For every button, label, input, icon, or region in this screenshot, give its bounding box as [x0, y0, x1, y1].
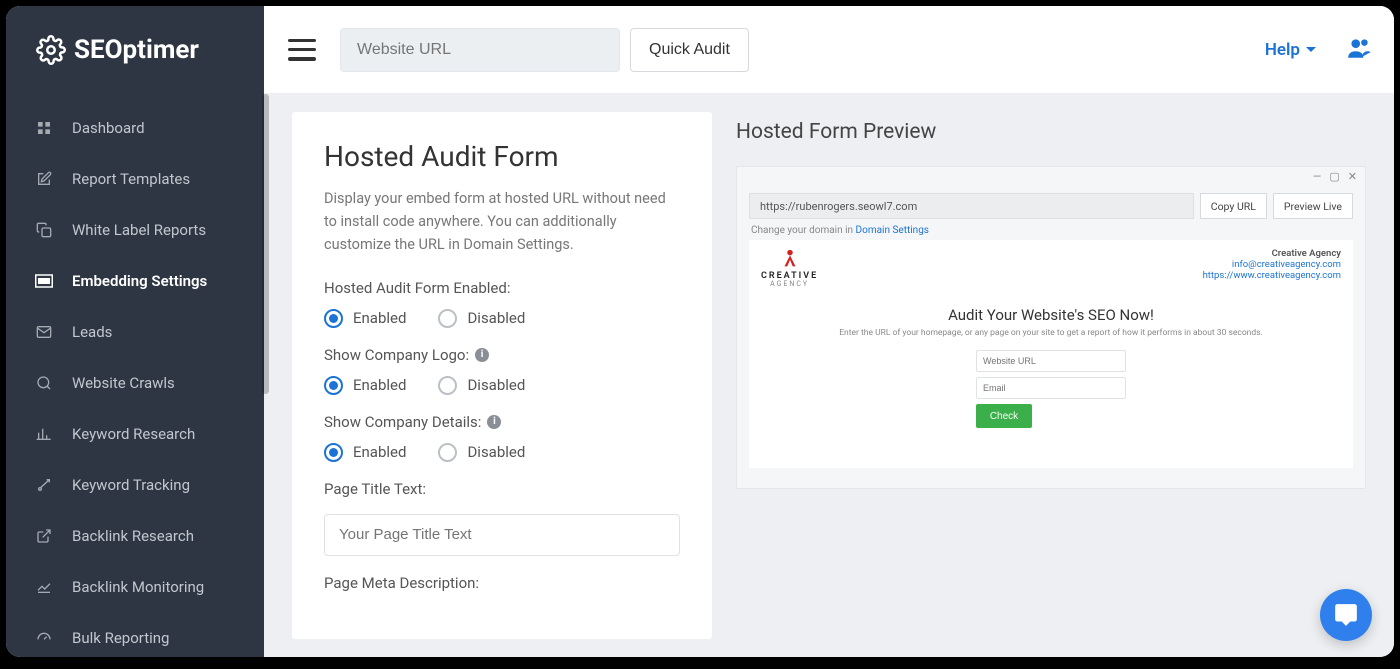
quick-audit-button[interactable]: Quick Audit: [630, 28, 749, 72]
agency-logo: CREATIVE AGENCY: [761, 248, 818, 288]
mail-icon: [34, 322, 54, 342]
sidebar-item-dashboard[interactable]: Dashboard: [6, 102, 264, 153]
sidebar-item-label: Leads: [72, 323, 112, 341]
sidebar-item-label: Backlink Research: [72, 527, 194, 545]
bar-chart-icon: [34, 424, 54, 444]
gear-icon: [36, 35, 66, 65]
help-label: Help: [1265, 40, 1300, 60]
layout-icon: [34, 271, 54, 291]
details-radio-on[interactable]: Enabled: [324, 443, 406, 462]
logo-area: SEOptimer: [6, 6, 264, 94]
form-card: Hosted Audit Form Display your embed for…: [292, 112, 712, 639]
enabled-label: Hosted Audit Form Enabled:: [324, 279, 680, 297]
details-label: Show Company Details:i: [324, 413, 680, 431]
sidebar-item-backlink-research[interactable]: Backlink Research: [6, 510, 264, 561]
sidebar-item-label: Dashboard: [72, 119, 145, 137]
page-title: Hosted Audit Form: [324, 140, 680, 173]
sidebar-item-report-templates[interactable]: Report Templates: [6, 153, 264, 204]
sidebar-item-label: Keyword Tracking: [72, 476, 190, 494]
domain-settings-link[interactable]: Domain Settings: [856, 225, 929, 236]
embed-title: Audit Your Website's SEO Now!: [761, 306, 1341, 324]
sidebar-item-label: Backlink Monitoring: [72, 578, 204, 596]
agency-info: Creative Agency info@creativeagency.com …: [1203, 248, 1341, 281]
account-icon[interactable]: [1344, 35, 1374, 65]
search-icon: [34, 373, 54, 393]
agency-email-link[interactable]: info@creativeagency.com: [1203, 259, 1341, 270]
embed-url-input[interactable]: [976, 350, 1126, 372]
info-icon[interactable]: i: [475, 348, 489, 362]
sidebar-item-bulk-reporting[interactable]: Bulk Reporting: [6, 612, 264, 657]
content: Hosted Audit Form Display your embed for…: [264, 94, 1394, 657]
sidebar: SEOptimer Dashboard Report Templates Whi…: [6, 6, 264, 657]
sidebar-item-label: Embedding Settings: [72, 272, 207, 290]
copy-url-button[interactable]: Copy URL: [1200, 193, 1267, 219]
external-link-icon: [34, 526, 54, 546]
page-title-input[interactable]: [324, 514, 680, 556]
page-title-text-label: Page Title Text:: [324, 480, 680, 498]
page-description: Display your embed form at hosted URL wi…: [324, 187, 680, 257]
preview-live-button[interactable]: Preview Live: [1273, 193, 1353, 219]
sidebar-item-label: Report Templates: [72, 170, 190, 188]
topbar: Quick Audit Help: [264, 6, 1394, 94]
sidebar-item-embedding[interactable]: Embedding Settings: [6, 255, 264, 306]
enabled-radio-off[interactable]: Disabled: [438, 309, 525, 328]
domain-hint: Change your domain in Domain Settings: [749, 225, 1353, 236]
info-icon[interactable]: i: [487, 415, 501, 429]
grid-icon: [34, 118, 54, 138]
close-icon[interactable]: ✕: [1348, 170, 1357, 183]
window-controls: — ▢ ✕: [737, 167, 1365, 185]
maximize-icon[interactable]: ▢: [1329, 170, 1339, 183]
agency-site-link[interactable]: https://www.creativeagency.com: [1203, 270, 1341, 281]
chat-icon: [1333, 602, 1359, 628]
sidebar-item-label: Keyword Research: [72, 425, 195, 443]
target-icon: [34, 475, 54, 495]
sidebar-item-white-label[interactable]: White Label Reports: [6, 204, 264, 255]
sidebar-item-crawls[interactable]: Website Crawls: [6, 357, 264, 408]
enabled-radio-on[interactable]: Enabled: [324, 309, 406, 328]
website-url-input[interactable]: [340, 28, 620, 72]
details-radio-off[interactable]: Disabled: [438, 443, 525, 462]
gauge-icon: [34, 628, 54, 648]
meta-desc-label: Page Meta Description:: [324, 574, 680, 592]
brand-text: SEOptimer: [74, 35, 199, 65]
embed-subtitle: Enter the URL of your homepage, or any p…: [761, 328, 1341, 338]
sidebar-item-keyword-tracking[interactable]: Keyword Tracking: [6, 459, 264, 510]
brand-logo[interactable]: SEOptimer: [36, 35, 199, 65]
sidebar-item-leads[interactable]: Leads: [6, 306, 264, 357]
embed-page: CREATIVE AGENCY Creative Agency info@cre…: [749, 240, 1353, 468]
scrollbar[interactable]: [262, 94, 269, 394]
preview-heading: Hosted Form Preview: [736, 120, 1366, 144]
embed-check-button[interactable]: Check: [976, 404, 1032, 428]
sidebar-item-backlink-monitoring[interactable]: Backlink Monitoring: [6, 561, 264, 612]
edit-icon: [34, 169, 54, 189]
embed-email-input[interactable]: [976, 377, 1126, 399]
logo-label: Show Company Logo:i: [324, 346, 680, 364]
preview-window: — ▢ ✕ https://rubenrogers.seowl7.com Cop…: [736, 166, 1366, 489]
copy-icon: [34, 220, 54, 240]
chat-fab[interactable]: [1320, 589, 1372, 641]
menu-toggle[interactable]: [288, 39, 316, 61]
help-dropdown[interactable]: Help: [1265, 40, 1316, 60]
activity-icon: [34, 577, 54, 597]
hosted-url-display[interactable]: https://rubenrogers.seowl7.com: [749, 193, 1194, 219]
preview-column: Hosted Form Preview — ▢ ✕ https://rubenr…: [736, 112, 1366, 639]
minimize-icon[interactable]: —: [1313, 170, 1322, 183]
logo-radio-on[interactable]: Enabled: [324, 376, 406, 395]
main: Quick Audit Help Hosted Audit Form Displ…: [264, 6, 1394, 657]
sidebar-item-label: Website Crawls: [72, 374, 175, 392]
logo-radio-off[interactable]: Disabled: [438, 376, 525, 395]
sidebar-item-label: Bulk Reporting: [72, 629, 169, 647]
sidebar-item-keyword-research[interactable]: Keyword Research: [6, 408, 264, 459]
sidebar-item-label: White Label Reports: [72, 221, 206, 239]
nav: Dashboard Report Templates White Label R…: [6, 94, 264, 657]
